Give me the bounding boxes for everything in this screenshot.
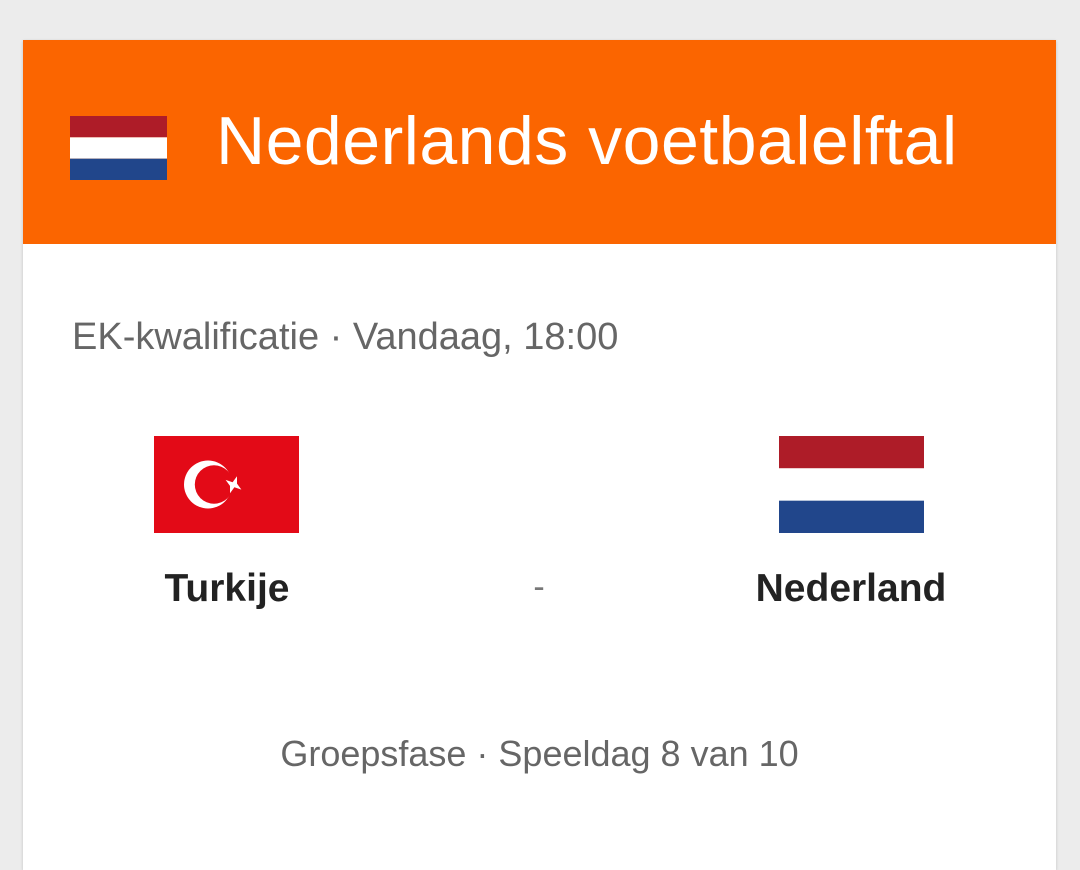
match-card[interactable]: Nederlands voetbalelftal EK-kwalificatie… xyxy=(23,40,1056,870)
team-header[interactable]: Nederlands voetbalelftal xyxy=(23,40,1056,244)
score-separator: - xyxy=(533,568,545,606)
netherlands-flag-icon xyxy=(70,116,167,180)
turkey-flag-icon xyxy=(154,436,299,533)
team-title: Nederlands voetbalelftal xyxy=(216,103,958,179)
netherlands-flag-icon xyxy=(779,436,924,533)
match-stage: Groepsfase · Speeldag 8 van 10 xyxy=(280,733,799,774)
away-team-name[interactable]: Nederland xyxy=(701,567,1001,611)
home-team-name[interactable]: Turkije xyxy=(77,567,377,611)
match-meta: EK-kwalificatie · Vandaag, 18:00 xyxy=(72,316,619,358)
